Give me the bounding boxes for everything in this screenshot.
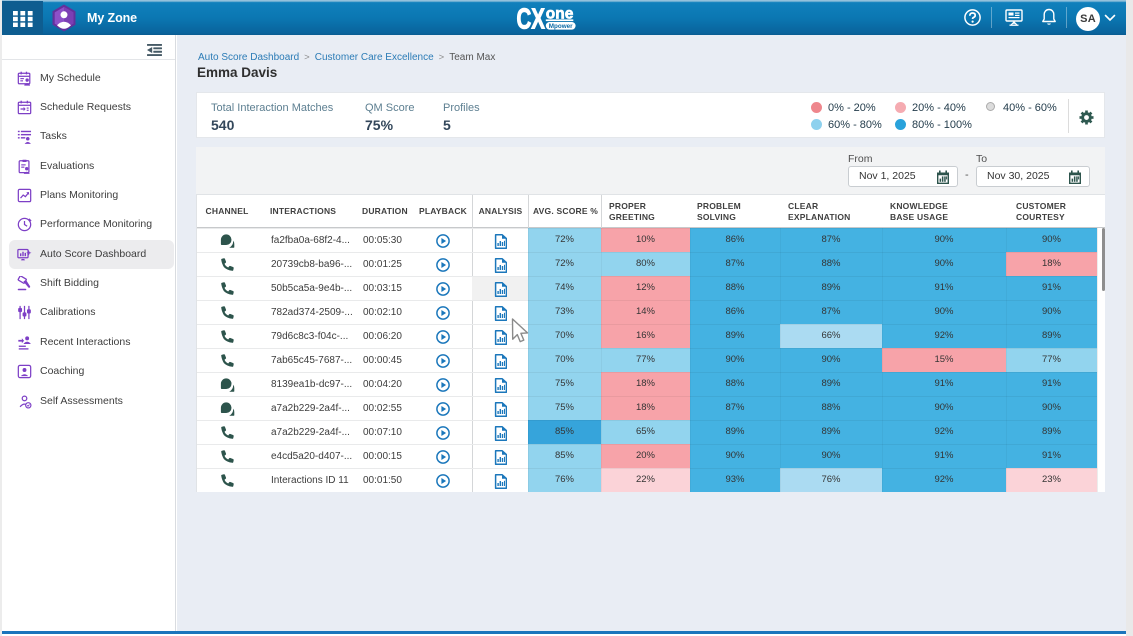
svg-text:Mpower: Mpower [549, 23, 573, 30]
svg-text:CX: CX [517, 7, 546, 30]
